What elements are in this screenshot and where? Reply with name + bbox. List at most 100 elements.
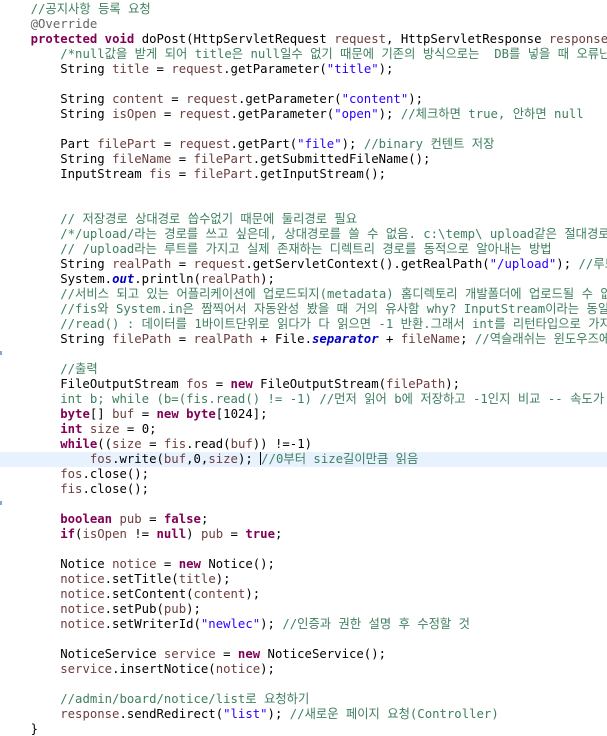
code-line[interactable]: while((size = fis.read(buf)) !=-1) bbox=[0, 437, 607, 452]
code-token: .sendRedirect( bbox=[119, 707, 224, 721]
code-line[interactable]: InputStream fis = filePart.getInputStrea… bbox=[0, 167, 607, 182]
code-line[interactable]: /*null값을 받게 되어 title은 null일수 없기 때문에 기존의 … bbox=[0, 47, 607, 62]
code-line[interactable]: String content = request.getParameter("c… bbox=[0, 92, 607, 107]
code-line[interactable]: String realPath = request.getServletCont… bbox=[0, 257, 607, 272]
code-token: ); bbox=[215, 572, 231, 586]
code-line[interactable]: notice.setPub(pub); bbox=[0, 602, 607, 617]
code-token: ,0, bbox=[186, 452, 209, 466]
code-token: ); bbox=[260, 662, 275, 676]
code-line[interactable] bbox=[0, 122, 607, 137]
code-line[interactable]: FileOutputStream fos = new FileOutputStr… bbox=[0, 377, 607, 392]
code-token: request bbox=[178, 137, 231, 151]
code-line[interactable]: service.insertNotice(notice); bbox=[0, 662, 607, 677]
current-code-line[interactable]: fos.write(buf,0,size); //0부터 size길이만큼 읽음 bbox=[0, 452, 607, 467]
code-line[interactable]: fos.close(); bbox=[0, 467, 607, 482]
code-token: .close(); bbox=[82, 467, 150, 481]
code-token: .write( bbox=[112, 452, 164, 466]
code-line[interactable]: //admin/board/notice/list로 요청하기 bbox=[0, 692, 607, 707]
code-token: notice bbox=[215, 662, 261, 676]
code-line[interactable]: Part filePart = request.getPart("file");… bbox=[0, 137, 607, 152]
code-line[interactable] bbox=[0, 347, 607, 362]
code-token: = bbox=[163, 92, 187, 106]
code-line[interactable]: fis.close(); bbox=[0, 482, 607, 497]
code-token: Notice bbox=[1, 557, 113, 571]
code-token: service bbox=[60, 662, 113, 676]
code-line[interactable]: notice.setTitle(title); bbox=[0, 572, 607, 587]
code-line[interactable]: notice.setWriterId("newlec"); //인증과 권한 설… bbox=[0, 617, 607, 632]
code-token: = bbox=[141, 512, 164, 526]
code-line[interactable]: String filePath = realPath + File.separa… bbox=[0, 332, 607, 347]
code-token: buf bbox=[163, 452, 187, 466]
code-token: .setWriterId( bbox=[104, 617, 201, 631]
code-line[interactable]: byte[] buf = new byte[1024]; bbox=[0, 407, 607, 422]
code-token: //체크하면 true, 안하면 null bbox=[400, 107, 584, 121]
code-line[interactable] bbox=[0, 632, 607, 647]
code-line[interactable]: response.sendRedirect("list"); //새로운 페이지… bbox=[0, 707, 607, 722]
code-line[interactable] bbox=[0, 542, 607, 557]
code-line[interactable]: notice.setContent(content); bbox=[0, 587, 607, 602]
code-token: .println( bbox=[134, 272, 201, 286]
code-line[interactable] bbox=[0, 197, 607, 212]
code-token: ); bbox=[445, 377, 461, 391]
code-line[interactable]: int b; while (b=(fis.read() != -1) //먼저 … bbox=[0, 392, 607, 407]
code-line[interactable]: String fileName = filePart.getSubmittedF… bbox=[0, 152, 607, 167]
code-token: fileName bbox=[112, 152, 172, 166]
code-editor[interactable]: //공지사항 등록 요청 @Override protected void do… bbox=[0, 0, 607, 736]
code-token: title bbox=[178, 572, 216, 586]
code-token: ); bbox=[378, 107, 401, 121]
code-token: != bbox=[126, 527, 157, 541]
code-line[interactable]: NoticeService service = new NoticeServic… bbox=[0, 647, 607, 662]
code-token: while bbox=[60, 437, 98, 451]
code-line[interactable] bbox=[0, 77, 607, 92]
code-line[interactable]: // /upload라는 루트를 가지고 실제 존재하는 디렉트리 경로를 동적… bbox=[0, 242, 607, 257]
code-line[interactable]: @Override bbox=[0, 17, 607, 32]
code-token: .read( bbox=[186, 437, 231, 451]
code-line[interactable]: //공지사항 등록 요청 bbox=[0, 2, 607, 17]
code-line[interactable] bbox=[0, 182, 607, 197]
code-token: //루트를 통한 bbox=[578, 257, 607, 271]
code-line[interactable]: protected void doPost(HttpServletRequest… bbox=[0, 32, 607, 47]
code-token: )) !=-1) bbox=[252, 437, 313, 451]
code-token: InputStream bbox=[1, 167, 150, 181]
code-token: + File. bbox=[252, 332, 312, 346]
code-token: fos bbox=[186, 377, 209, 391]
code-token: size bbox=[208, 452, 238, 466]
code-line[interactable]: System.out.println(realPath); bbox=[0, 272, 607, 287]
code-token: [] bbox=[89, 407, 113, 421]
code-line[interactable]: //출력 bbox=[0, 362, 607, 377]
code-token: response bbox=[60, 707, 120, 721]
code-token: FileOutputStream( bbox=[252, 377, 387, 391]
code-line[interactable]: // 저장경로 상대경로 씁수없기 때문에 둘리경로 필요 bbox=[0, 212, 607, 227]
code-line[interactable]: boolean pub = false; bbox=[0, 512, 607, 527]
code-token: fis bbox=[149, 167, 172, 181]
code-token: size bbox=[89, 422, 120, 436]
code-line[interactable]: String isOpen = request.getParameter("op… bbox=[0, 107, 607, 122]
code-token: new bbox=[237, 647, 261, 661]
code-line[interactable]: //서비스 되고 있는 어플리케이션에 업로드되지(metadata) 홈디렉토… bbox=[0, 287, 607, 302]
code-token: = bbox=[156, 107, 179, 121]
code-line[interactable]: String title = request.getParameter("tit… bbox=[0, 62, 607, 77]
code-token: ); bbox=[408, 92, 424, 106]
code-line[interactable]: //read() : 데이터를 1바이트단위로 읽다가 다 읽으면 -1 반환.… bbox=[0, 317, 607, 332]
code-token: new bbox=[178, 557, 201, 571]
code-line[interactable]: } bbox=[0, 722, 607, 736]
code-token: "/upload" bbox=[489, 257, 557, 271]
code-token: .getPart( bbox=[230, 137, 298, 151]
code-line[interactable]: if(isOpen != null) pub = true; bbox=[0, 527, 607, 542]
code-line[interactable]: int size = 0; bbox=[0, 422, 607, 437]
code-token: = 0; bbox=[119, 422, 157, 436]
code-line[interactable] bbox=[0, 497, 607, 512]
code-line[interactable]: /*/upload/라는 경로를 쓰고 싶은데, 상대경로를 쓸 수 없음. c… bbox=[0, 227, 607, 242]
code-line[interactable] bbox=[0, 677, 607, 692]
code-token: //read() : 데이터를 1바이트단위로 읽다가 다 읽으면 -1 반환.… bbox=[60, 317, 607, 331]
code-token: .getSubmittedFileName(); bbox=[252, 152, 431, 166]
code-line[interactable]: Notice notice = new Notice(); bbox=[0, 557, 607, 572]
code-line[interactable]: //fis와 System.in은 짬찍어서 자동완성 봤을 때 거의 유사함 … bbox=[0, 302, 607, 317]
